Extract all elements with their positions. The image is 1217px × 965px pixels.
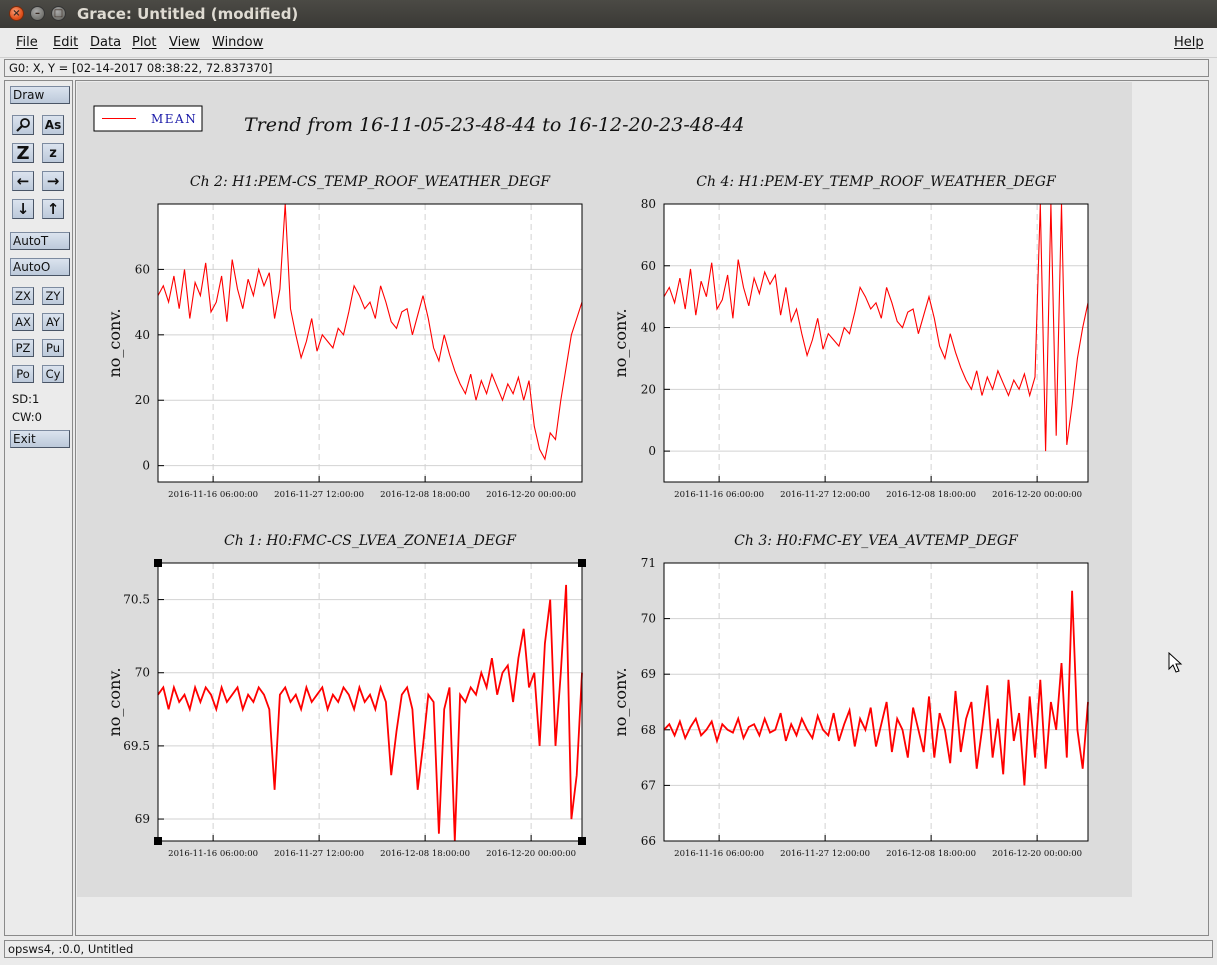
window-title: Grace: Untitled (modified) [77, 5, 299, 23]
stack-depth-label: SD:1 [12, 392, 40, 406]
title-bar: × – □ Grace: Untitled (modified) [0, 0, 1217, 28]
text-tool-button[interactable]: As [42, 115, 64, 135]
status-text: opsws4, :0.0, Untitled [8, 942, 134, 956]
exit-button[interactable]: Exit [10, 430, 70, 448]
zx-button[interactable]: ZX [12, 287, 34, 305]
maximize-icon: □ [53, 8, 64, 19]
arrow-down-icon: ↓ [16, 200, 30, 218]
menu-bar: File Edit Data Plot View Window Help [0, 28, 1217, 58]
locator-text: G0: X, Y = [02-14-2017 08:38:22, 72.8373… [9, 61, 273, 75]
zoom-button[interactable] [12, 115, 34, 135]
autoo-button[interactable]: AutoO [10, 258, 70, 276]
menu-data[interactable]: Data [90, 35, 121, 50]
ax-button[interactable]: AX [12, 313, 34, 331]
maximize-button[interactable]: □ [51, 6, 66, 21]
scroll-left-button[interactable]: ← [12, 171, 34, 191]
menu-plot[interactable]: Plot [132, 35, 157, 50]
arrow-up-icon: ↑ [46, 200, 60, 218]
minimize-button[interactable]: – [30, 6, 45, 21]
scroll-right-button[interactable]: → [42, 171, 64, 191]
arrow-left-icon: ← [16, 172, 30, 190]
magnifier-icon [16, 118, 30, 132]
menu-view[interactable]: View [169, 35, 200, 50]
tool-panel: Draw As Z z ← → ↓ ↑ AutoT AutoO ZX ZY AX… [4, 80, 73, 936]
autot-button[interactable]: AutoT [10, 232, 70, 250]
menu-window[interactable]: Window [212, 35, 263, 50]
locator-bar: G0: X, Y = [02-14-2017 08:38:22, 72.8373… [4, 59, 1209, 77]
arrow-right-icon: → [46, 172, 60, 190]
current-world-label: CW:0 [12, 410, 42, 424]
zoom-out-button[interactable]: z [42, 143, 64, 163]
close-button[interactable]: × [9, 6, 24, 21]
plot-page[interactable] [77, 82, 1132, 897]
zy-button[interactable]: ZY [42, 287, 64, 305]
menu-edit[interactable]: Edit [53, 35, 78, 50]
zoom-small-icon: z [49, 145, 57, 161]
close-icon: × [12, 8, 21, 19]
status-bar: opsws4, :0.0, Untitled [4, 940, 1213, 958]
draw-button[interactable]: Draw [10, 86, 70, 104]
po-button[interactable]: Po [12, 365, 34, 383]
zoom-large-icon: Z [16, 142, 30, 164]
menu-help[interactable]: Help [1174, 35, 1204, 50]
text-icon: As [44, 118, 62, 132]
scroll-down-button[interactable]: ↓ [12, 199, 34, 219]
mouse-cursor-icon [1168, 652, 1183, 673]
zoom-in-button[interactable]: Z [12, 142, 34, 164]
pu-button[interactable]: Pu [42, 339, 64, 357]
minimize-icon: – [35, 8, 40, 19]
cy-button[interactable]: Cy [42, 365, 64, 383]
pz-button[interactable]: PZ [12, 339, 34, 357]
scroll-up-button[interactable]: ↑ [42, 199, 64, 219]
menu-file[interactable]: File [16, 35, 38, 50]
ay-button[interactable]: AY [42, 313, 64, 331]
